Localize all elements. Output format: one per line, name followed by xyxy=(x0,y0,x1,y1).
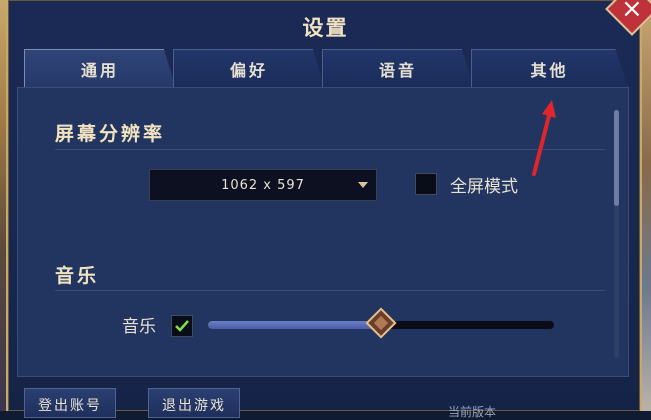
logout-label: 登出账号 xyxy=(38,398,102,414)
scrollbar-thumb[interactable] xyxy=(614,110,619,206)
resolution-dropdown[interactable]: 1062 x 597 xyxy=(149,169,377,201)
tab-voice[interactable]: 语音 xyxy=(322,49,474,88)
music-label: 音乐 xyxy=(122,317,156,337)
tab-label: 语音 xyxy=(378,61,417,80)
version-text: 当前版本 xyxy=(448,405,497,419)
tab-general[interactable]: 通用 xyxy=(24,49,176,88)
check-icon xyxy=(175,320,189,332)
tab-label: 通用 xyxy=(80,61,119,80)
window-title: 设置 xyxy=(302,16,349,40)
scrollbar[interactable] xyxy=(614,110,619,358)
fullscreen-checkbox[interactable] xyxy=(415,173,437,195)
music-checkbox[interactable] xyxy=(171,315,193,337)
chevron-down-icon xyxy=(358,182,368,188)
music-volume-slider[interactable] xyxy=(208,307,554,339)
section-title-resolution: 屏幕分辨率 xyxy=(55,123,166,145)
tab-label: 偏好 xyxy=(229,61,268,80)
exit-label: 退出游戏 xyxy=(162,398,226,414)
close-icon: × xyxy=(621,0,643,24)
slider-fill xyxy=(208,321,381,329)
fullscreen-label: 全屏模式 xyxy=(450,177,518,197)
tab-other[interactable]: 其他 xyxy=(471,49,628,88)
dropdown-value: 1062 x 597 xyxy=(221,177,305,193)
section-title-music: 音乐 xyxy=(55,265,100,287)
divider xyxy=(55,149,605,150)
tab-label: 其他 xyxy=(530,61,569,80)
divider xyxy=(55,290,605,291)
logout-button[interactable]: 登出账号 xyxy=(24,388,116,418)
red-arrow-icon xyxy=(532,100,556,176)
exit-game-button[interactable]: 退出游戏 xyxy=(148,388,240,418)
tab-preferences[interactable]: 偏好 xyxy=(173,49,325,88)
